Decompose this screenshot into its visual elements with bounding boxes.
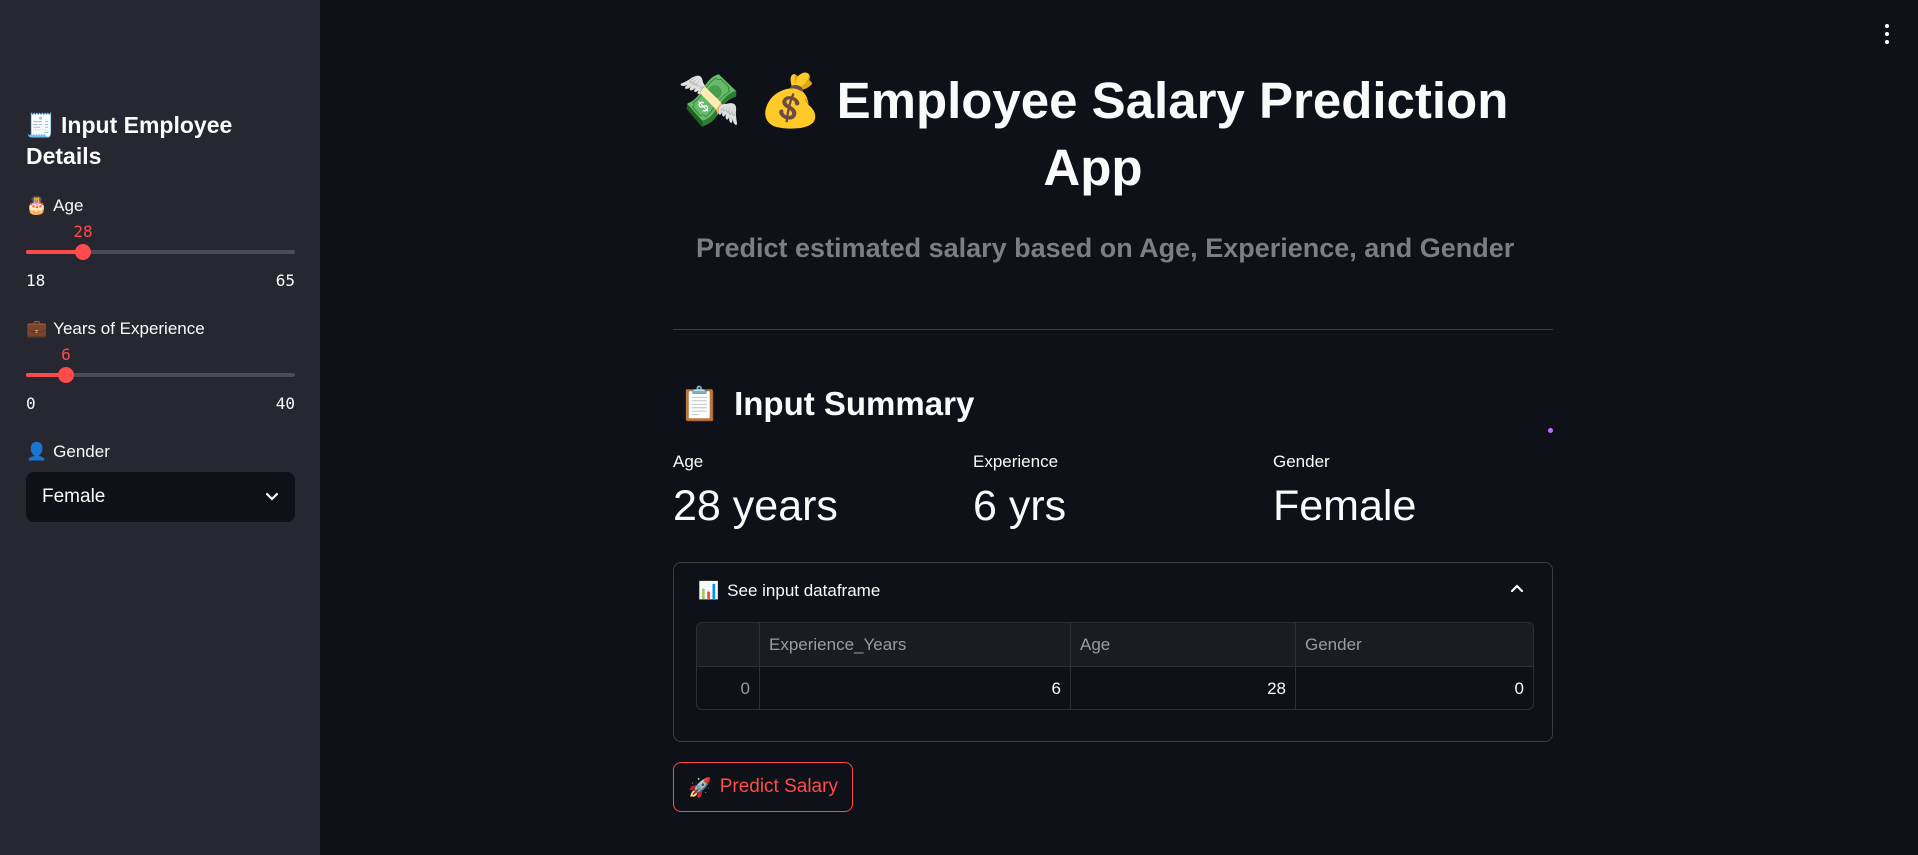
metric-value: 28 years: [673, 482, 838, 530]
gender-select-value: Female: [42, 486, 106, 507]
age-label-text: Age: [53, 196, 84, 215]
clipboard-icon: 📋: [679, 384, 721, 423]
page-title: 💸 💰 Employee Salary Prediction App: [673, 68, 1513, 201]
table-cell[interactable]: 6: [760, 667, 1071, 709]
age-slider-min: 18: [26, 271, 46, 290]
receipt-icon: 🧾: [26, 113, 55, 139]
experience-label: 💼 Years of Experience: [26, 319, 205, 339]
gender-label: 👤 Gender: [26, 442, 110, 462]
table-header-cell[interactable]: Experience_Years: [760, 623, 1071, 667]
metric-value: Female: [1273, 482, 1417, 530]
predict-salary-button[interactable]: 🚀 Predict Salary: [673, 762, 853, 812]
experience-slider-thumb[interactable]: [58, 367, 74, 383]
table-cell[interactable]: 28: [1071, 667, 1296, 709]
age-slider-range: 18 65: [26, 271, 295, 290]
page-title-text: Employee Salary Prediction App: [836, 72, 1509, 196]
expander-header[interactable]: 📊 See input dataframe: [698, 581, 880, 601]
metric-age: Age 28 years: [673, 452, 838, 531]
predict-salary-label: Predict Salary: [719, 776, 838, 797]
sidebar-heading-text: Input Employee Details: [26, 112, 233, 169]
bar-chart-icon: 📊: [698, 581, 720, 601]
experience-slider-range: 0 40: [26, 394, 295, 413]
age-slider[interactable]: [26, 244, 295, 260]
experience-slider[interactable]: [26, 367, 295, 383]
section-title: 📋 Input Summary: [679, 384, 974, 424]
table-row: 0 6 28 0: [697, 667, 1533, 709]
metric-label: Experience: [973, 452, 1059, 471]
menu-dot-icon: [1885, 24, 1889, 28]
decorative-dot: [1548, 428, 1553, 433]
sidebar-heading: 🧾 Input Employee Details: [26, 110, 296, 171]
cake-icon: 🎂: [26, 196, 48, 216]
table-header-cell[interactable]: Age: [1071, 623, 1296, 667]
sidebar: 🧾 Input Employee Details 🎂 Age 28 18 65 …: [0, 0, 320, 855]
menu-dot-icon: [1885, 40, 1889, 44]
experience-slider-max: 40: [275, 394, 295, 413]
table-cell: 0: [697, 667, 760, 709]
table-header-cell[interactable]: Gender: [1296, 623, 1533, 667]
briefcase-icon: 💼: [26, 319, 48, 339]
gender-select[interactable]: Female: [26, 472, 295, 522]
metric-experience: Experience 6 yrs: [973, 452, 1066, 531]
menu-dot-icon: [1885, 32, 1889, 36]
age-slider-value: 28: [73, 222, 93, 241]
chevron-up-icon[interactable]: [1510, 583, 1524, 593]
money-icons: 💸 💰: [677, 72, 823, 131]
metric-label: Age: [673, 452, 704, 471]
input-dataframe: Experience_Years Age Gender 0 6 28 0: [696, 622, 1534, 710]
table-header-row: Experience_Years Age Gender: [697, 623, 1533, 667]
main-menu-button[interactable]: [1884, 24, 1890, 44]
chevron-down-icon: [265, 492, 279, 501]
age-label: 🎂 Age: [26, 196, 83, 216]
rocket-icon: 🚀: [688, 776, 712, 799]
page-subtitle: Predict estimated salary based on Age, E…: [696, 233, 1515, 263]
section-title-text: Input Summary: [734, 385, 975, 422]
age-slider-thumb[interactable]: [75, 244, 91, 260]
table-cell[interactable]: 0: [1296, 667, 1533, 709]
experience-label-text: Years of Experience: [53, 319, 205, 338]
expander-label: See input dataframe: [727, 581, 881, 600]
table-header-cell: [697, 623, 760, 667]
metric-label: Gender: [1273, 452, 1330, 471]
dataframe-expander: 📊 See input dataframe Experience_Years A…: [673, 562, 1553, 742]
gender-label-text: Gender: [53, 442, 110, 461]
age-slider-max: 65: [275, 271, 295, 290]
person-icon: 👤: [26, 442, 48, 462]
divider: [673, 329, 1553, 330]
experience-slider-min: 0: [26, 394, 36, 413]
metric-value: 6 yrs: [973, 482, 1067, 530]
experience-slider-value: 6: [61, 345, 71, 364]
metric-gender: Gender Female: [1273, 452, 1416, 531]
